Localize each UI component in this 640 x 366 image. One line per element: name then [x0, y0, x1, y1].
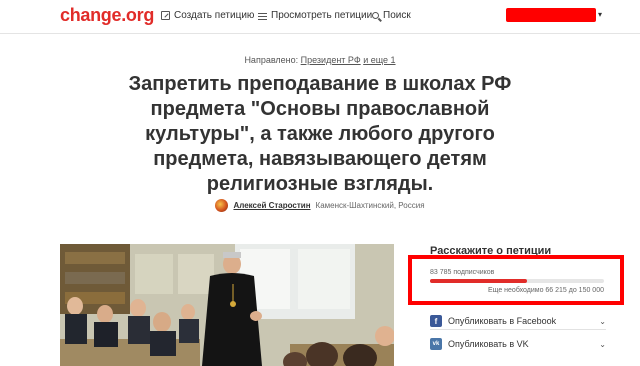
vk-icon: vk: [430, 338, 442, 350]
share-vk-button[interactable]: vk Опубликовать в VK ⌄: [430, 334, 606, 354]
petition-title: Запретить преподавание в школах РФ предм…: [128, 73, 512, 195]
search-icon: [372, 12, 379, 19]
directed-target-link[interactable]: Президент РФ: [301, 55, 361, 65]
nav-browse-petitions[interactable]: Просмотреть петиции: [258, 10, 372, 21]
signatures-needed: Еще необходимо 66 215 до 150 000: [487, 287, 604, 294]
signer-count: 83 785 подписчиков: [430, 269, 495, 276]
avatar: [215, 199, 229, 212]
chevron-down-icon[interactable]: ▾: [598, 10, 602, 19]
top-navigation-bar: change.org Создать петицию Просмотреть п…: [0, 0, 640, 34]
chevron-down-icon: ⌄: [599, 339, 606, 349]
change-org-logo[interactable]: change.org: [60, 5, 154, 26]
chevron-down-icon: ⌄: [599, 316, 606, 326]
petition-directed-to: Направлено: Президент РФ и еще 1: [0, 55, 640, 65]
share-facebook-label: Опубликовать в Facebook: [448, 316, 557, 326]
nav-search[interactable]: Поиск: [372, 10, 411, 21]
nav-create-petition-label: Создать петицию: [174, 10, 255, 21]
pencil-icon: [161, 11, 170, 20]
petition-photo: [60, 244, 394, 366]
list-icon: [258, 11, 267, 20]
share-facebook-button[interactable]: f Опубликовать в Facebook ⌄: [430, 311, 606, 331]
directed-more-link[interactable]: и еще 1: [363, 55, 395, 65]
directed-prefix: Направлено:: [244, 55, 301, 65]
nav-create-petition[interactable]: Создать петицию: [161, 10, 254, 21]
signature-progress-fill: [430, 279, 528, 283]
author-location: Каменск-Шахтинский, Россия: [315, 201, 425, 210]
nav-search-label: Поиск: [383, 10, 411, 21]
author-name-link[interactable]: Алексей Старостин: [233, 201, 310, 210]
share-vk-label: Опубликовать в VK: [448, 339, 529, 349]
petition-author: Алексей Старостин Каменск-Шахтинский, Ро…: [0, 199, 640, 212]
signature-progress-bar: [430, 279, 604, 283]
user-menu-redacted[interactable]: [506, 8, 596, 22]
facebook-icon: f: [430, 315, 442, 327]
nav-browse-petitions-label: Просмотреть петиции: [271, 10, 373, 21]
divider: [430, 329, 606, 330]
